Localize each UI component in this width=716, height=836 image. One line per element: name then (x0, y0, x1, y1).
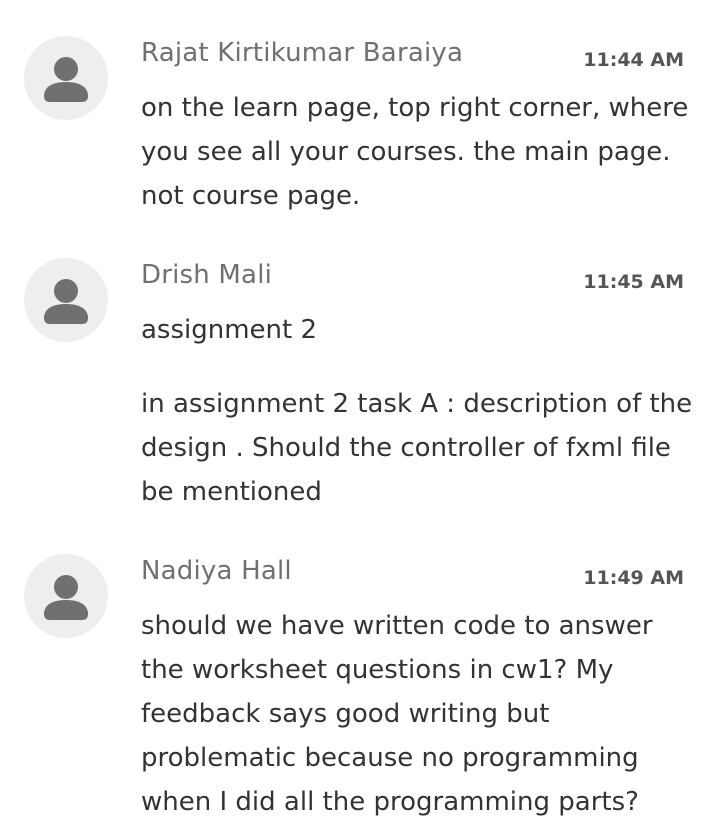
message-timestamp: 11:45 AM (583, 271, 684, 293)
message-paragraph: assignment 2 (141, 315, 318, 345)
message-timestamp: 11:49 AM (583, 567, 684, 589)
user-avatar-icon (44, 57, 88, 102)
user-avatar-icon (44, 279, 88, 324)
author-name[interactable]: Rajat Kirtikumar Baraiya (141, 38, 463, 68)
message-paragraph: in assignment 2 task A : description of … (141, 389, 693, 507)
author-name[interactable]: Drish Mali (141, 260, 272, 290)
avatar[interactable] (24, 554, 108, 638)
avatar[interactable] (24, 36, 108, 120)
message-paragraph: on the learn page, top right corner, whe… (141, 93, 689, 211)
user-avatar-icon (44, 575, 88, 620)
message-body: should we have written code to answer th… (141, 604, 701, 824)
message-body: on the learn page, top right corner, whe… (141, 86, 701, 218)
message-timestamp: 11:44 AM (583, 49, 684, 71)
message-paragraph: should we have written code to answer th… (141, 611, 653, 817)
avatar[interactable] (24, 258, 108, 342)
message-body: assignment 2 in assignment 2 task A : de… (141, 308, 701, 514)
author-name[interactable]: Nadiya Hall (141, 556, 292, 586)
